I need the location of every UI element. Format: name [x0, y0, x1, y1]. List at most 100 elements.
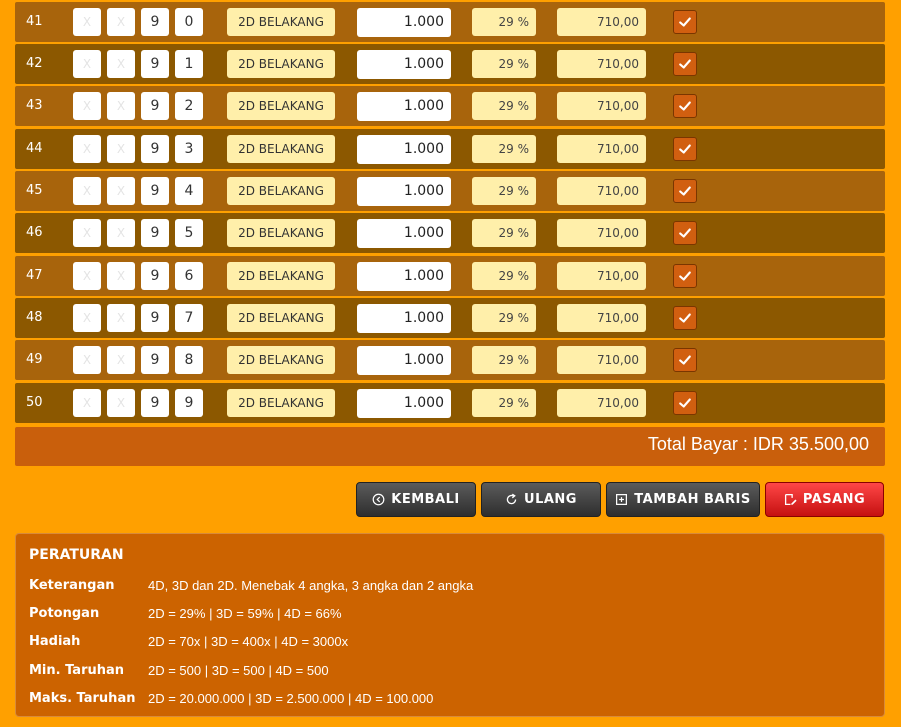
- row-checkbox[interactable]: [673, 52, 697, 76]
- digit-input[interactable]: 6: [175, 262, 203, 290]
- digit-input[interactable]: X: [107, 304, 135, 332]
- row-checkbox[interactable]: [673, 391, 697, 415]
- digit-input[interactable]: 9: [141, 346, 169, 374]
- row-number: 41: [26, 14, 43, 29]
- check-icon: [679, 17, 691, 27]
- bet-type-field: 2D BELAKANG: [227, 346, 335, 374]
- place-bet-button[interactable]: PASANG: [765, 482, 884, 517]
- row-number: 44: [26, 141, 43, 156]
- check-icon: [679, 313, 691, 323]
- bet-type-field: 2D BELAKANG: [227, 50, 335, 78]
- back-button[interactable]: KEMBALI: [356, 482, 476, 517]
- digit-input[interactable]: X: [73, 135, 101, 163]
- bet-amount-input[interactable]: 1.000: [357, 389, 451, 418]
- check-icon: [679, 271, 691, 281]
- rule-label: Hadiah: [29, 634, 81, 649]
- digit-input[interactable]: X: [107, 50, 135, 78]
- rule-label: Maks. Taruhan: [29, 691, 136, 706]
- digit-input[interactable]: X: [73, 50, 101, 78]
- table-row: 46 X X 9 5 2D BELAKANG 1.000 29 % 710,00: [15, 213, 885, 253]
- digit-input[interactable]: X: [107, 92, 135, 120]
- digit-input[interactable]: 1: [175, 50, 203, 78]
- digit-input[interactable]: X: [73, 389, 101, 417]
- digit-input[interactable]: X: [107, 135, 135, 163]
- digit-input[interactable]: 9: [175, 389, 203, 417]
- row-checkbox[interactable]: [673, 221, 697, 245]
- bet-amount-input[interactable]: 1.000: [357, 262, 451, 291]
- digit-input[interactable]: X: [73, 262, 101, 290]
- digit-input[interactable]: 9: [141, 389, 169, 417]
- table-row: 42 X X 9 1 2D BELAKANG 1.000 29 % 710,00: [15, 44, 885, 84]
- reset-button[interactable]: ULANG: [481, 482, 601, 517]
- reset-button-label: ULANG: [524, 492, 577, 507]
- digit-input[interactable]: X: [107, 389, 135, 417]
- check-icon: [679, 186, 691, 196]
- row-checkbox[interactable]: [673, 137, 697, 161]
- row-checkbox[interactable]: [673, 179, 697, 203]
- digit-input[interactable]: 5: [175, 219, 203, 247]
- table-row: 44 X X 9 3 2D BELAKANG 1.000 29 % 710,00: [15, 129, 885, 169]
- row-checkbox[interactable]: [673, 264, 697, 288]
- rule-value: 2D = 70x | 3D = 400x | 4D = 3000x: [148, 634, 349, 649]
- bet-amount-input[interactable]: 1.000: [357, 219, 451, 248]
- pay-amount-field: 710,00: [557, 304, 646, 332]
- digit-input[interactable]: 9: [141, 262, 169, 290]
- bet-amount-input[interactable]: 1.000: [357, 50, 451, 79]
- digit-input[interactable]: 9: [141, 50, 169, 78]
- discount-field: 29 %: [472, 50, 536, 78]
- digit-input[interactable]: X: [73, 177, 101, 205]
- digit-input[interactable]: X: [107, 8, 135, 36]
- digit-input[interactable]: X: [107, 262, 135, 290]
- row-checkbox[interactable]: [673, 94, 697, 118]
- digit-input[interactable]: 9: [141, 177, 169, 205]
- digit-input[interactable]: X: [73, 8, 101, 36]
- back-button-label: KEMBALI: [391, 492, 460, 507]
- digit-input[interactable]: 0: [175, 8, 203, 36]
- digit-input[interactable]: 9: [141, 304, 169, 332]
- digit-input[interactable]: 7: [175, 304, 203, 332]
- bet-amount-input[interactable]: 1.000: [357, 135, 451, 164]
- row-number: 46: [26, 225, 43, 240]
- table-row: 49 X X 9 8 2D BELAKANG 1.000 29 % 710,00: [15, 340, 885, 380]
- bet-amount-input[interactable]: 1.000: [357, 346, 451, 375]
- pay-amount-field: 710,00: [557, 219, 646, 247]
- refresh-icon: [505, 493, 518, 506]
- digit-input[interactable]: 4: [175, 177, 203, 205]
- row-checkbox[interactable]: [673, 348, 697, 372]
- row-checkbox[interactable]: [673, 10, 697, 34]
- digit-input[interactable]: 9: [141, 135, 169, 163]
- edit-icon: [784, 493, 797, 506]
- digit-input[interactable]: X: [73, 219, 101, 247]
- pay-amount-field: 710,00: [557, 135, 646, 163]
- digit-input[interactable]: 9: [141, 8, 169, 36]
- bet-amount-input[interactable]: 1.000: [357, 304, 451, 333]
- row-checkbox[interactable]: [673, 306, 697, 330]
- digit-input[interactable]: 9: [141, 92, 169, 120]
- row-number: 48: [26, 310, 43, 325]
- rules-panel: PERATURAN Keterangan 4D, 3D dan 2D. Mene…: [15, 533, 885, 717]
- bet-amount-input[interactable]: 1.000: [357, 92, 451, 121]
- bet-type-field: 2D BELAKANG: [227, 92, 335, 120]
- digit-input[interactable]: X: [73, 346, 101, 374]
- digit-input[interactable]: 9: [141, 219, 169, 247]
- bet-type-field: 2D BELAKANG: [227, 304, 335, 332]
- bet-type-field: 2D BELAKANG: [227, 389, 335, 417]
- digit-input[interactable]: X: [107, 219, 135, 247]
- discount-field: 29 %: [472, 304, 536, 332]
- plus-square-icon: [615, 493, 628, 506]
- row-number: 43: [26, 98, 43, 113]
- digit-input[interactable]: X: [107, 346, 135, 374]
- digit-input[interactable]: X: [73, 92, 101, 120]
- digit-input[interactable]: 8: [175, 346, 203, 374]
- total-pay-text: Total Bayar : IDR 35.500,00: [647, 434, 869, 454]
- digit-input[interactable]: X: [107, 177, 135, 205]
- digit-input[interactable]: X: [73, 304, 101, 332]
- rule-label: Potongan: [29, 606, 100, 621]
- bet-amount-input[interactable]: 1.000: [357, 177, 451, 206]
- digit-input[interactable]: 2: [175, 92, 203, 120]
- rule-value: 4D, 3D dan 2D. Menebak 4 angka, 3 angka …: [148, 578, 474, 593]
- bet-amount-input[interactable]: 1.000: [357, 8, 451, 37]
- digit-input[interactable]: 3: [175, 135, 203, 163]
- add-row-button[interactable]: TAMBAH BARIS: [606, 482, 760, 517]
- row-number: 42: [26, 56, 43, 71]
